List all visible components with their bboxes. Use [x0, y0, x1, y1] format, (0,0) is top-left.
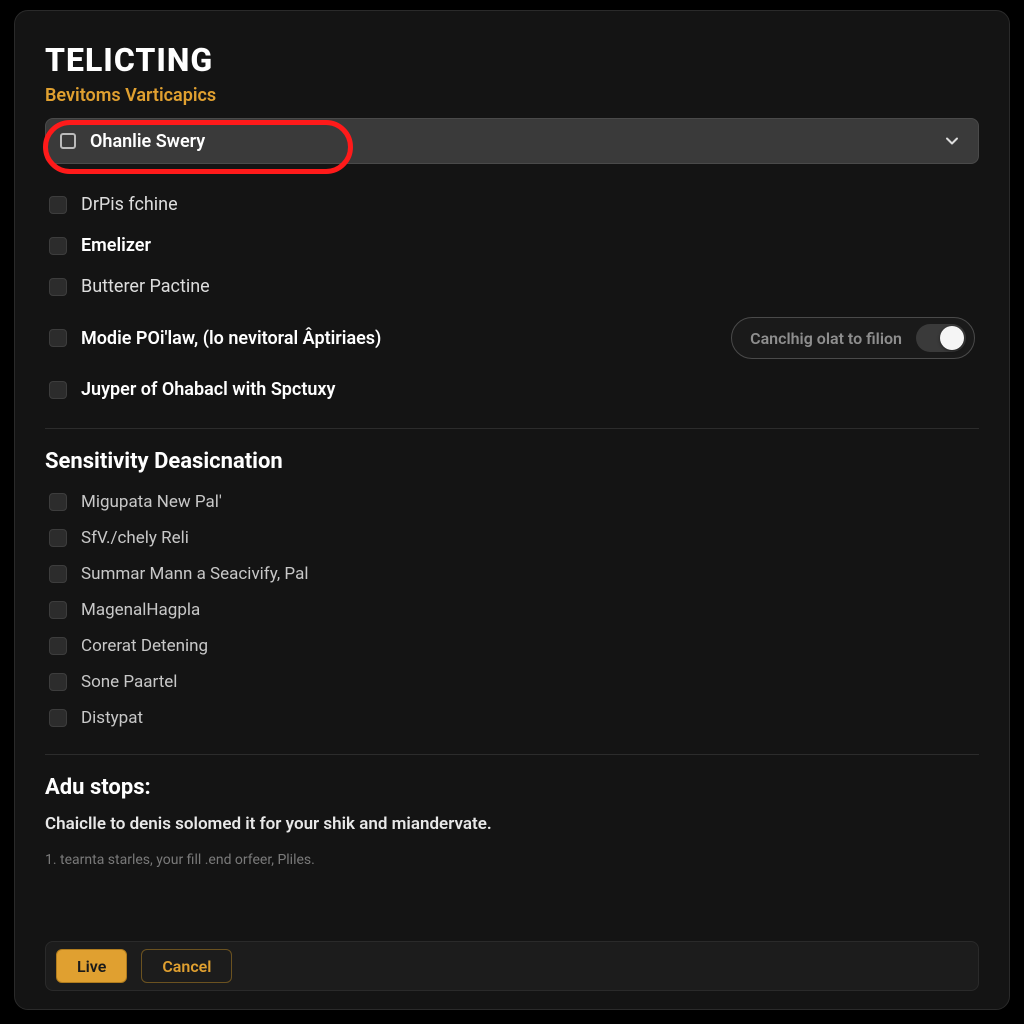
option-label: SfV./chely Reli	[81, 528, 975, 548]
option-row[interactable]: Migupata New Pal'	[45, 484, 979, 520]
checkbox-icon[interactable]	[49, 565, 67, 583]
toggle-knob	[940, 326, 964, 350]
checkbox-icon	[60, 133, 76, 149]
button-bar: Live Cancel	[45, 941, 979, 991]
option-label: Modie POi'law, (lo nevitoral Âptiriaes)	[81, 328, 381, 349]
option-label: Summar Mann a Seacivify, Pal	[81, 564, 975, 584]
option-row[interactable]: Butterer Pactine	[45, 266, 979, 307]
checkbox-icon[interactable]	[49, 637, 67, 655]
sensitivity-group: Migupata New Pal' SfV./chely Reli Summar…	[45, 484, 979, 736]
option-row[interactable]: Modie POi'law, (lo nevitoral Âptiriaes) …	[45, 307, 979, 369]
option-row[interactable]: MagenalHagpla	[45, 592, 979, 628]
chevron-down-icon	[944, 133, 960, 149]
checkbox-icon[interactable]	[49, 493, 67, 511]
option-label: DrPis fchine	[81, 194, 975, 215]
checkbox-icon[interactable]	[49, 529, 67, 547]
page-title: TELICTING	[45, 41, 979, 79]
option-row[interactable]: Distypat	[45, 700, 979, 736]
live-button[interactable]: Live	[56, 949, 127, 983]
checkbox-icon[interactable]	[49, 381, 67, 399]
option-label: Sone Paartel	[81, 672, 975, 692]
checkbox-icon[interactable]	[49, 709, 67, 727]
option-row[interactable]: Juyper of Ohabacl with Spctuxy	[45, 369, 979, 410]
section-title-adu: Adu stops:	[45, 775, 979, 800]
option-row[interactable]: Sone Paartel	[45, 664, 979, 700]
toggle-switch[interactable]	[916, 324, 966, 352]
adu-note: 1. tearnta starles, your fill .end orfee…	[45, 852, 979, 868]
checkbox-icon[interactable]	[49, 673, 67, 691]
divider	[45, 428, 979, 429]
content-area: TELICTING Bevitoms Varticapics Ohanlie S…	[15, 11, 1009, 868]
option-label: Distypat	[81, 708, 975, 728]
option-row[interactable]: Summar Mann a Seacivify, Pal	[45, 556, 979, 592]
cancel-button[interactable]: Cancel	[141, 949, 232, 983]
profile-dropdown[interactable]: Ohanlie Swery	[45, 118, 979, 164]
option-row[interactable]: Emelizer	[45, 225, 979, 266]
option-row[interactable]: SfV./chely Reli	[45, 520, 979, 556]
option-row[interactable]: DrPis fchine	[45, 184, 979, 225]
option-label: Migupata New Pal'	[81, 492, 975, 512]
option-label: Corerat Detening	[81, 636, 975, 656]
checkbox-icon[interactable]	[49, 278, 67, 296]
section-title-sensitivity: Sensitivity Deasicnation	[45, 449, 979, 474]
toggle-hint: Canclhig olat to filion	[750, 329, 902, 348]
checkbox-icon[interactable]	[49, 237, 67, 255]
settings-window: TELICTING Bevitoms Varticapics Ohanlie S…	[14, 10, 1010, 1010]
option-label: Butterer Pactine	[81, 276, 975, 297]
toggle-container: Canclhig olat to filion	[731, 317, 975, 359]
option-label: Juyper of Ohabacl with Spctuxy	[81, 379, 975, 400]
dropdown-selected-label: Ohanlie Swery	[90, 131, 205, 152]
option-row[interactable]: Corerat Detening	[45, 628, 979, 664]
checkbox-icon[interactable]	[49, 601, 67, 619]
checkbox-icon[interactable]	[49, 329, 67, 347]
checkbox-icon[interactable]	[49, 196, 67, 214]
page-subtitle: Bevitoms Varticapics	[45, 85, 979, 106]
divider	[45, 754, 979, 755]
option-label: Emelizer	[81, 235, 975, 256]
adu-description: Chaiclle to denis solomed it for your sh…	[45, 814, 979, 834]
option-label: MagenalHagpla	[81, 600, 975, 620]
